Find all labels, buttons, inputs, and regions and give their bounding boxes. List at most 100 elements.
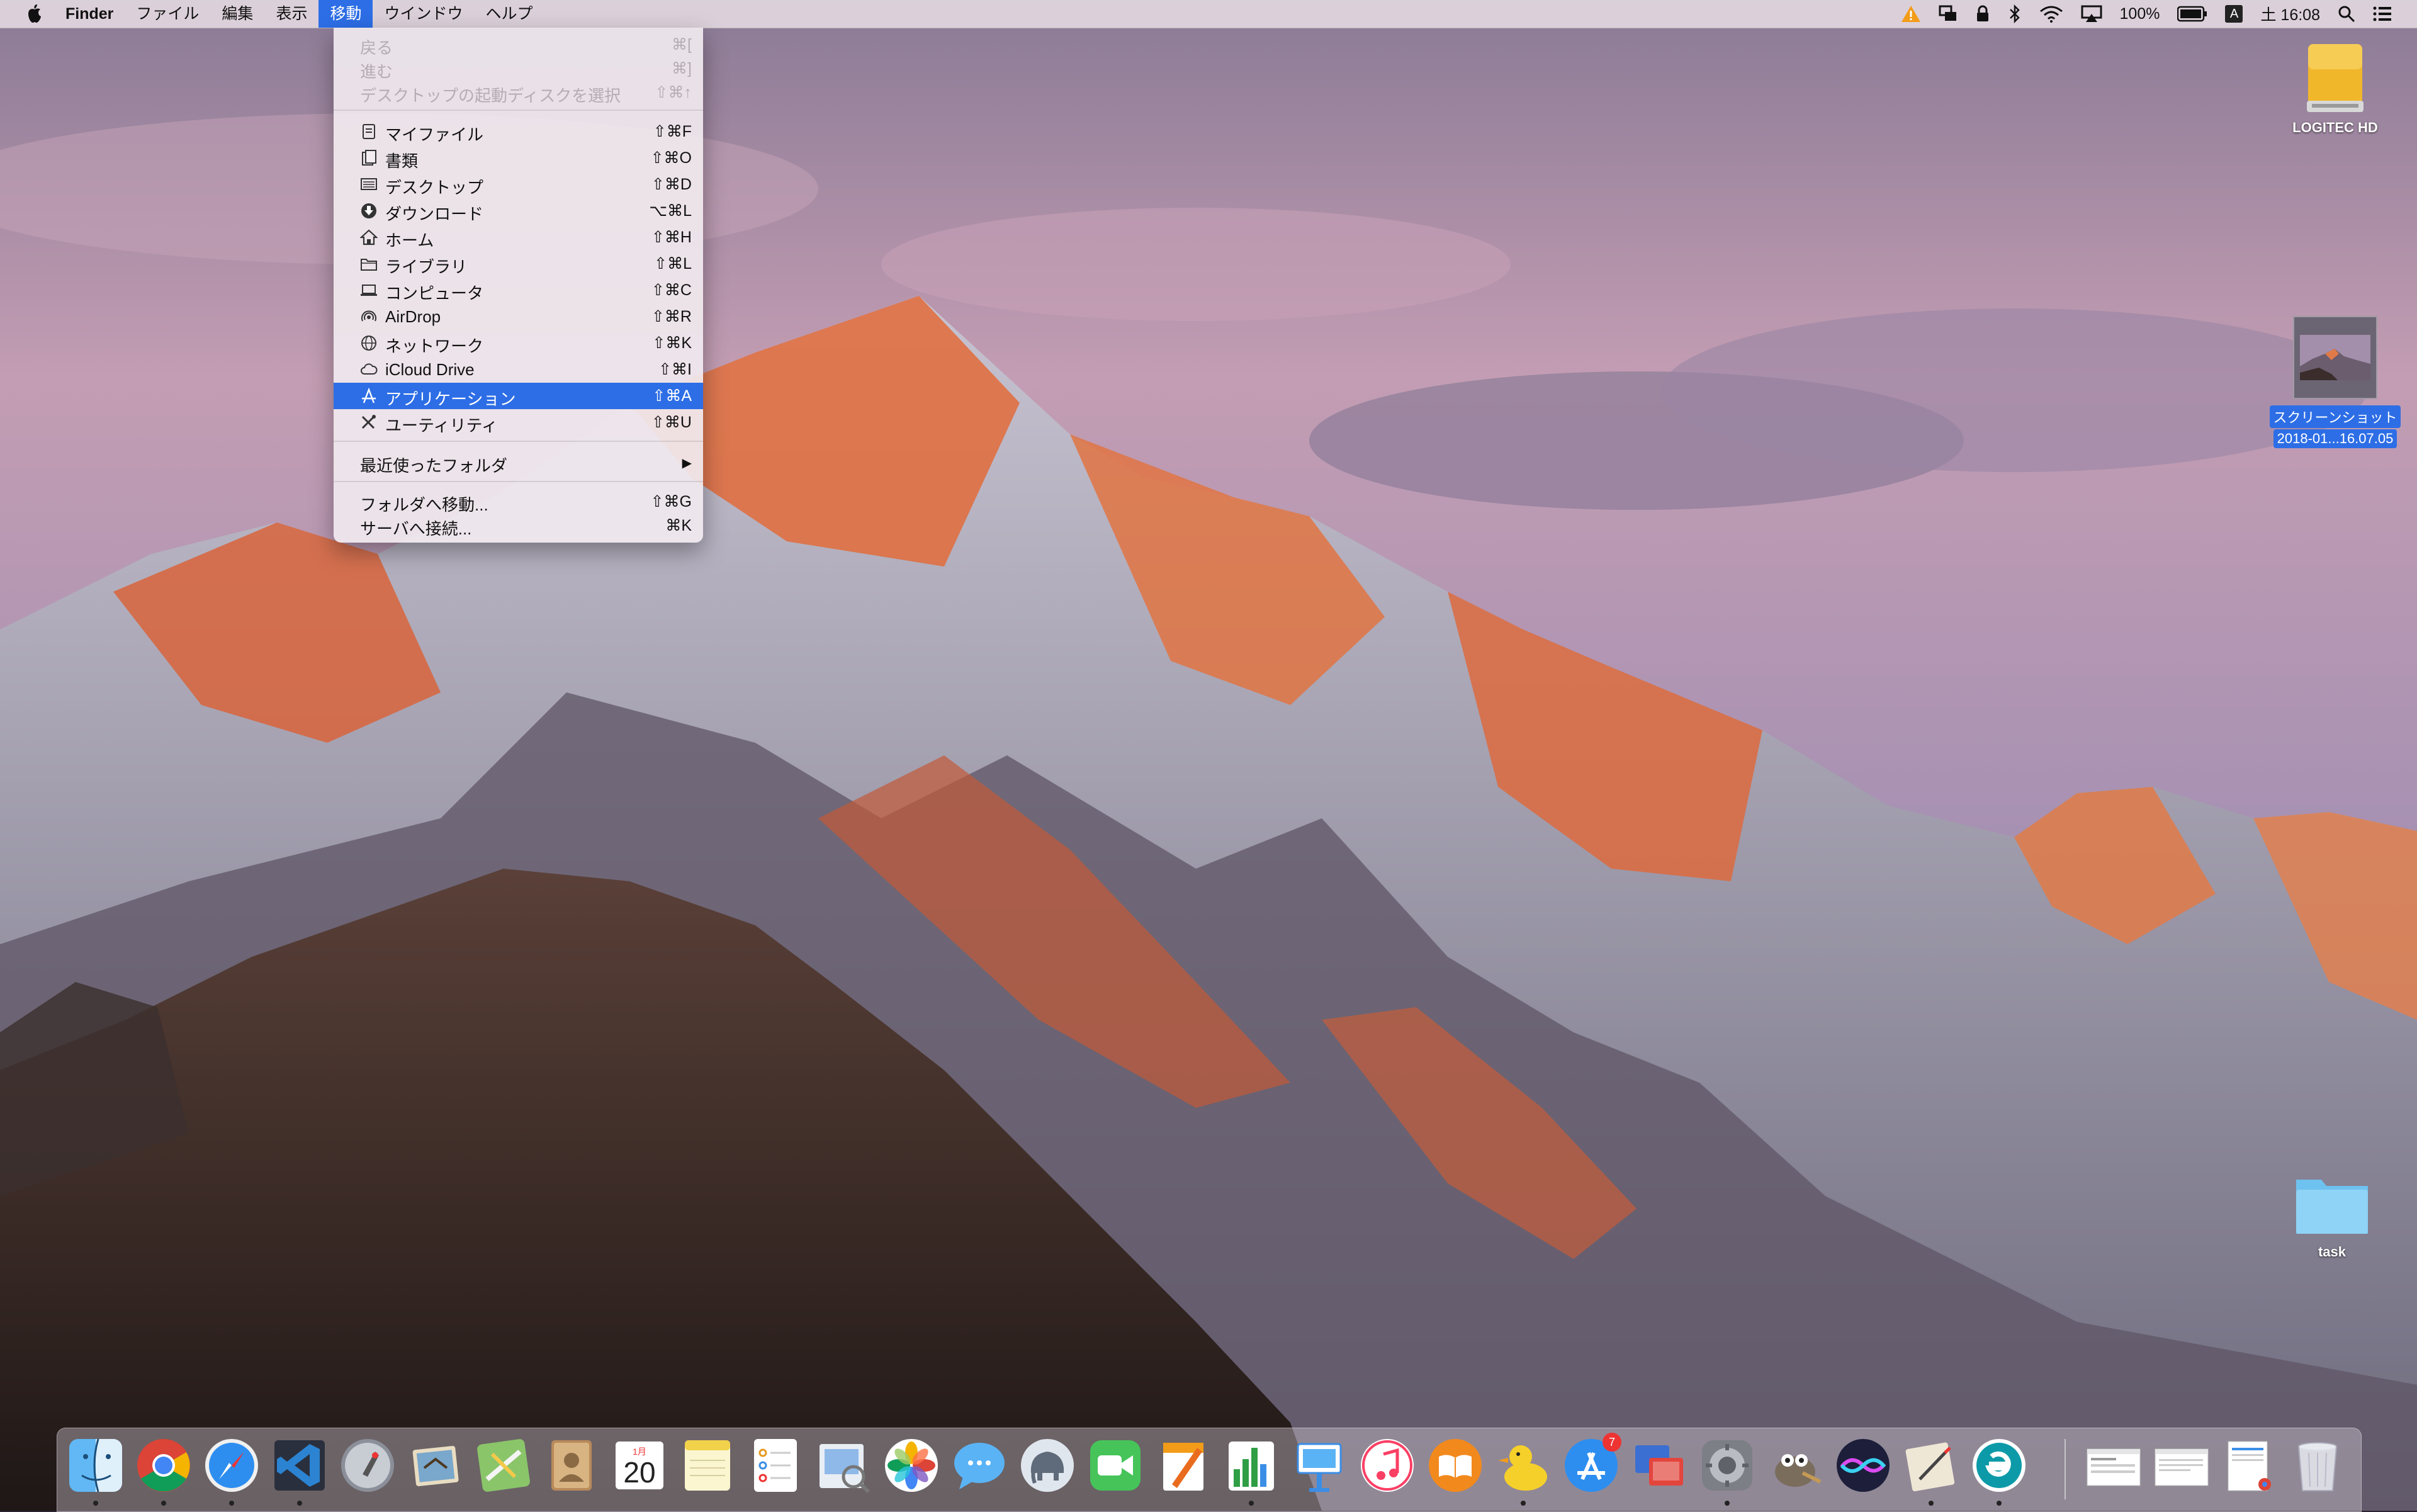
menu-item-connect-to-server[interactable]: サーバへ接続... ⌘K	[334, 512, 703, 539]
menu-separator	[334, 441, 703, 442]
dock-eset[interactable]	[1969, 1435, 2029, 1496]
menu-item-label: サーバへ接続...	[360, 519, 472, 538]
gimp-icon	[1775, 1454, 1822, 1487]
menu-finder[interactable]: Finder	[54, 0, 125, 28]
menu-item-label: マイファイル	[385, 125, 484, 144]
dock-trash[interactable]	[2287, 1435, 2348, 1496]
menu-window[interactable]: ウインドウ	[373, 0, 474, 28]
menu-item-enclosing-folder[interactable]: デスクトップの起動ディスクを選択 ⇧⌘↑	[334, 79, 703, 106]
menu-item-label: アプリケーション	[385, 390, 516, 409]
safari-icon	[205, 1439, 258, 1492]
dock-notes[interactable]	[677, 1435, 738, 1496]
dock-reminders[interactable]	[745, 1435, 806, 1496]
dock-photos[interactable]	[881, 1435, 942, 1496]
dock-gimp[interactable]	[1765, 1435, 1825, 1496]
dock-app-store[interactable]: 7	[1561, 1433, 1621, 1496]
dock-messages[interactable]	[949, 1435, 1010, 1496]
lock-icon[interactable]	[1966, 0, 1999, 28]
dock-finder[interactable]	[65, 1435, 126, 1496]
dock-siri[interactable]	[1833, 1435, 1893, 1496]
battery-percent[interactable]: 100%	[2111, 0, 2169, 28]
dock-cyberduck[interactable]	[1493, 1435, 1553, 1496]
eset-icon	[1973, 1439, 2025, 1492]
display-mirror-icon[interactable]	[1930, 0, 1966, 28]
dock-calendar[interactable]: 1月 20	[609, 1435, 670, 1496]
dock-window-thumbnail-chrome[interactable]	[2219, 1435, 2280, 1496]
preview-icon	[820, 1444, 870, 1494]
dock-sequel-pro[interactable]	[1017, 1435, 1078, 1496]
menu-item-home[interactable]: ホーム ⇧⌘H	[334, 224, 703, 251]
menu-item-network[interactable]: ネットワーク ⇧⌘K	[334, 330, 703, 356]
dock-safari[interactable]	[201, 1435, 262, 1496]
vscode-icon	[274, 1440, 325, 1491]
input-source-label: A	[2225, 5, 2243, 23]
menu-item-airdrop[interactable]: AirDrop ⇧⌘R	[334, 303, 703, 330]
wifi-icon[interactable]	[2031, 0, 2072, 28]
notes-icon	[685, 1440, 730, 1491]
menu-item-desktop[interactable]: デスクトップ ⇧⌘D	[334, 171, 703, 198]
dock-facetime[interactable]	[1085, 1435, 1146, 1496]
menu-view[interactable]: 表示	[264, 0, 318, 28]
input-source-icon[interactable]: A	[2216, 0, 2251, 28]
dock-keynote[interactable]	[1289, 1435, 1349, 1496]
utilities-icon	[360, 414, 378, 431]
airplay-icon[interactable]	[2072, 0, 2111, 28]
contacts-icon	[551, 1440, 592, 1491]
menu-item-all-my-files[interactable]: マイファイル ⇧⌘F	[334, 118, 703, 145]
documents-icon	[360, 150, 378, 166]
menu-go[interactable]: 移動	[318, 0, 373, 28]
dock-window-thumbnail-1[interactable]	[2083, 1435, 2144, 1496]
menu-item-library[interactable]: ライブラリ ⇧⌘L	[334, 251, 703, 277]
dock-itunes[interactable]	[1357, 1435, 1417, 1496]
dock-window-thumbnail-2[interactable]	[2151, 1435, 2212, 1496]
battery-icon[interactable]	[2168, 0, 2216, 28]
notification-center-icon[interactable]	[2364, 0, 2401, 28]
menu-item-icloud-drive[interactable]: iCloud Drive ⇧⌘I	[334, 356, 703, 383]
dock-vscode[interactable]	[269, 1435, 330, 1496]
spotlight-icon[interactable]	[2329, 0, 2364, 28]
menu-item-forward[interactable]: 進む ⌘]	[334, 55, 703, 82]
dock-numbers[interactable]	[1221, 1435, 1282, 1496]
menu-item-computer[interactable]: コンピュータ ⇧⌘C	[334, 277, 703, 303]
home-icon	[359, 229, 378, 245]
finder-icon	[69, 1438, 122, 1492]
dock-mail[interactable]	[405, 1435, 466, 1496]
ibooks-icon	[1429, 1439, 1482, 1492]
dock-launchpad[interactable]	[337, 1435, 398, 1496]
dock-ibooks[interactable]	[1425, 1435, 1485, 1496]
menu-item-applications[interactable]: アプリケーション ⇧⌘A	[334, 383, 703, 409]
desktop-icon-task-folder[interactable]: task	[2285, 1171, 2379, 1260]
menu-item-downloads[interactable]: ダウンロード ⌥⌘L	[334, 198, 703, 224]
menu-item-back[interactable]: 戻る ⌘[	[334, 31, 703, 58]
dock-system-preferences[interactable]	[1697, 1435, 1757, 1496]
applications-icon	[360, 387, 378, 404]
dock-contacts[interactable]	[541, 1435, 602, 1496]
dock-preview[interactable]	[813, 1435, 874, 1496]
dock-maps[interactable]	[473, 1435, 534, 1496]
external-drive-icon	[2307, 44, 2363, 112]
menu-item-documents[interactable]: 書類 ⇧⌘O	[334, 145, 703, 171]
screenshot-thumbnail	[2293, 316, 2377, 399]
downloads-icon	[360, 203, 378, 219]
menu-edit[interactable]: 編集	[210, 0, 264, 28]
menu-item-recent-folders[interactable]: 最近使ったフォルダ ▶	[334, 449, 703, 476]
running-indicator	[1249, 1501, 1254, 1506]
bluetooth-icon[interactable]	[1999, 0, 2031, 28]
menu-item-label: デスクトップの起動ディスクを選択	[360, 86, 621, 105]
dock-script-editor[interactable]	[1901, 1435, 1961, 1496]
dock-pages[interactable]	[1153, 1435, 1214, 1496]
warning-icon[interactable]	[1892, 0, 1930, 28]
system-preferences-icon	[1702, 1440, 1752, 1491]
dock-remote-desktop[interactable]	[1629, 1435, 1689, 1496]
apple-icon[interactable]	[21, 4, 48, 23]
menu-file[interactable]: ファイル	[125, 0, 210, 28]
dock-chrome[interactable]	[133, 1435, 194, 1496]
menu-help[interactable]: ヘルプ	[474, 0, 544, 28]
desktop-icon-logitec-hd[interactable]: LOGITEC HD	[2279, 40, 2392, 136]
menu-item-go-to-folder[interactable]: フォルダへ移動... ⇧⌘G	[334, 488, 703, 515]
menu-item-utilities[interactable]: ユーティリティ ⇧⌘U	[334, 409, 703, 436]
menu-item-shortcut: ⇧⌘O	[650, 149, 692, 167]
running-indicator	[93, 1501, 98, 1506]
clock[interactable]: 土 16:08	[2251, 0, 2329, 28]
desktop-icon-screenshot[interactable]: スクリーンショット 2018-01...16.07.05	[2256, 316, 2414, 448]
